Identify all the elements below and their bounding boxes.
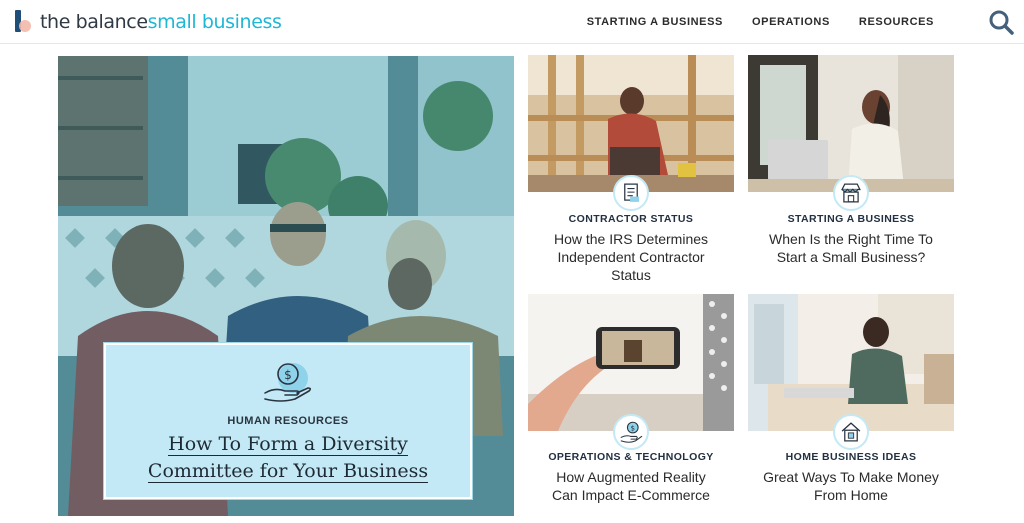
hero-title-line1[interactable]: How To Form a Diversity bbox=[168, 433, 408, 456]
storefront-icon bbox=[833, 175, 869, 211]
logo-mark-icon bbox=[12, 8, 34, 36]
svg-text:$: $ bbox=[631, 424, 636, 433]
site-logo[interactable]: the balancesmall business bbox=[12, 6, 282, 38]
nav-starting-a-business[interactable]: STARTING A BUSINESS bbox=[587, 16, 723, 28]
article-card[interactable]: STARTING A BUSINESS When Is the Right Ti… bbox=[748, 55, 954, 285]
article-thumbnail bbox=[748, 55, 954, 192]
nav-operations[interactable]: OPERATIONS bbox=[752, 16, 830, 28]
article-card[interactable]: $ OPERATIONS & TECHNOLOGY How Augmented … bbox=[528, 294, 734, 514]
article-title-line[interactable]: Great Ways To Make Money bbox=[763, 469, 939, 485]
article-thumbnail bbox=[528, 294, 734, 431]
logo-text: the balancesmall business bbox=[40, 11, 282, 33]
hero-title[interactable]: How To Form a Diversity Committee for Yo… bbox=[118, 431, 458, 485]
hero-title-line2[interactable]: Committee for Your Business bbox=[147, 460, 429, 483]
logo-text-part2: small business bbox=[147, 11, 282, 33]
article-category[interactable]: CONTRACTOR STATUS bbox=[528, 213, 734, 225]
article-card[interactable]: CONTRACTOR STATUS How the IRS Determines… bbox=[528, 55, 734, 285]
article-thumbnail bbox=[748, 294, 954, 431]
hero-card[interactable]: $ HUMAN RESOURCES How To Form a Diversit… bbox=[103, 342, 473, 500]
article-title-line[interactable]: When Is the Right Time To bbox=[769, 231, 933, 247]
house-icon bbox=[833, 414, 869, 450]
hero-category[interactable]: HUMAN RESOURCES bbox=[106, 415, 470, 427]
article-title[interactable]: How Augmented Reality Can Impact E-Comme… bbox=[528, 468, 734, 504]
featured-article[interactable]: $ HUMAN RESOURCES How To Form a Diversit… bbox=[58, 56, 514, 516]
svg-text:$: $ bbox=[284, 368, 292, 382]
article-card[interactable]: HOME BUSINESS IDEAS Great Ways To Make M… bbox=[748, 294, 954, 514]
article-category[interactable]: STARTING A BUSINESS bbox=[748, 213, 954, 225]
article-title-line[interactable]: From Home bbox=[814, 487, 888, 503]
article-title-line[interactable]: Independent Contractor bbox=[557, 249, 704, 265]
article-title-line[interactable]: How the IRS Determines bbox=[554, 231, 708, 247]
article-thumbnail bbox=[528, 55, 734, 192]
hand-dollar-icon: $ bbox=[613, 414, 649, 450]
hand-dollar-icon: $ bbox=[264, 363, 312, 402]
article-title[interactable]: How the IRS Determines Independent Contr… bbox=[528, 230, 734, 284]
site-header: the balancesmall business STARTING A BUS… bbox=[0, 0, 1024, 44]
article-title-line[interactable]: Status bbox=[611, 267, 651, 283]
article-title[interactable]: When Is the Right Time To Start a Small … bbox=[748, 230, 954, 266]
article-title[interactable]: Great Ways To Make Money From Home bbox=[748, 468, 954, 504]
search-icon[interactable] bbox=[988, 9, 1014, 35]
nav-resources[interactable]: RESOURCES bbox=[859, 16, 934, 28]
article-title-line[interactable]: Start a Small Business? bbox=[777, 249, 926, 265]
article-category[interactable]: OPERATIONS & TECHNOLOGY bbox=[528, 451, 734, 463]
article-title-line[interactable]: Can Impact E-Commerce bbox=[552, 487, 710, 503]
article-category[interactable]: HOME BUSINESS IDEAS bbox=[748, 451, 954, 463]
main-nav: STARTING A BUSINESS OPERATIONS RESOURCES bbox=[558, 0, 934, 44]
logo-text-part1: the balance bbox=[40, 11, 148, 33]
document-icon bbox=[613, 175, 649, 211]
article-title-line[interactable]: How Augmented Reality bbox=[556, 469, 705, 485]
